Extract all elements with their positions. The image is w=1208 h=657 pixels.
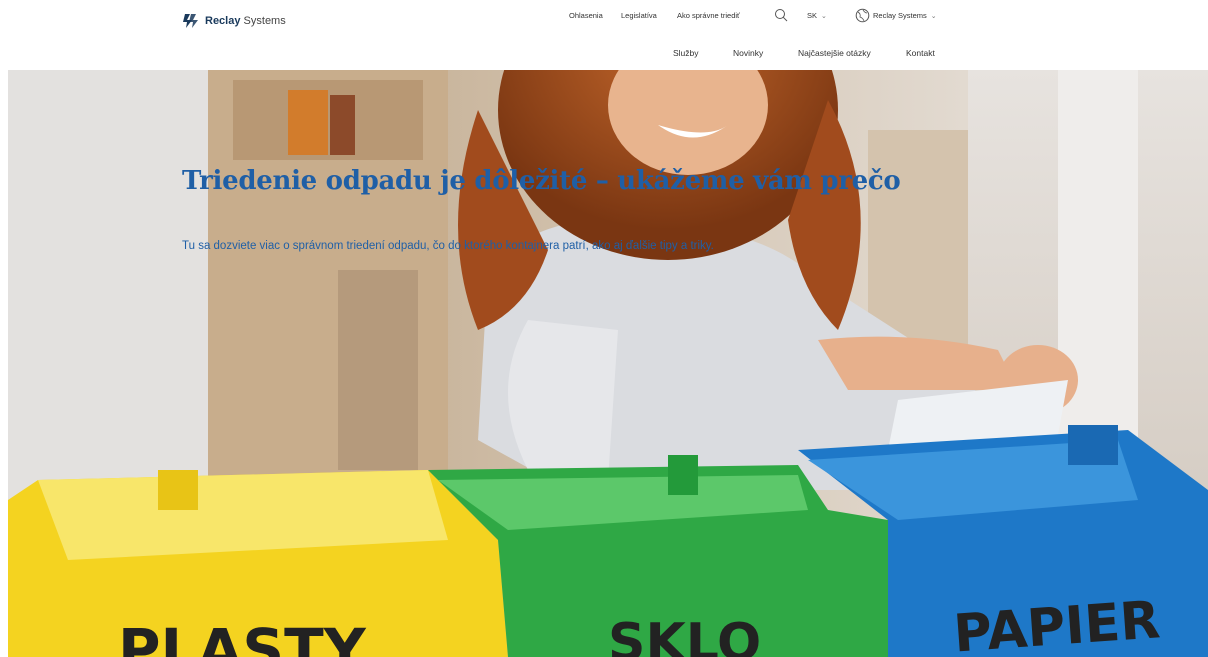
bag-label-plasty: PLASTY (118, 616, 367, 657)
hero-image: PLASTY SKLO PAPIER (8, 70, 1208, 657)
language-label: SK (807, 11, 818, 20)
company-label: Reclay Systems (873, 11, 927, 20)
topnav-legislativa[interactable]: Legislatíva (621, 11, 657, 20)
brand-name: Reclay Systems (205, 15, 286, 27)
chevron-down-icon: ⌄ (930, 13, 937, 20)
brand-logo[interactable]: Reclay Systems (182, 13, 286, 29)
mainnav-kontakt[interactable]: Kontakt (906, 48, 935, 58)
company-selector[interactable]: Reclay Systems ⌄ (873, 11, 937, 20)
reclay-logo-icon (183, 14, 198, 28)
mainnav-sluzby[interactable]: Služby (673, 48, 699, 58)
search-icon[interactable] (774, 8, 788, 22)
hero-title: Triedenie odpadu je dôležité – ukážeme v… (182, 166, 901, 196)
globe-icon (855, 8, 870, 23)
mainnav-najcastejsie-otazky[interactable]: Najčastejšie otázky (798, 48, 871, 58)
hero-banner: PLASTY SKLO PAPIER Triedenie odpadu je d… (8, 70, 1208, 657)
chevron-down-icon: ⌄ (821, 13, 827, 20)
topnav-ako-spravne-triedit[interactable]: Ako správne triediť (677, 11, 740, 20)
hero-subtitle: Tu sa dozviete viac o správnom triedení … (182, 240, 714, 252)
site-header: Reclay Systems Ohlasenia Legislatíva Ako… (0, 0, 1208, 70)
language-selector[interactable]: SK ⌄ (807, 11, 827, 20)
topnav-ohlasenia[interactable]: Ohlasenia (569, 11, 603, 20)
mainnav-novinky[interactable]: Novinky (733, 48, 763, 58)
bag-label-sklo: SKLO (608, 613, 761, 657)
